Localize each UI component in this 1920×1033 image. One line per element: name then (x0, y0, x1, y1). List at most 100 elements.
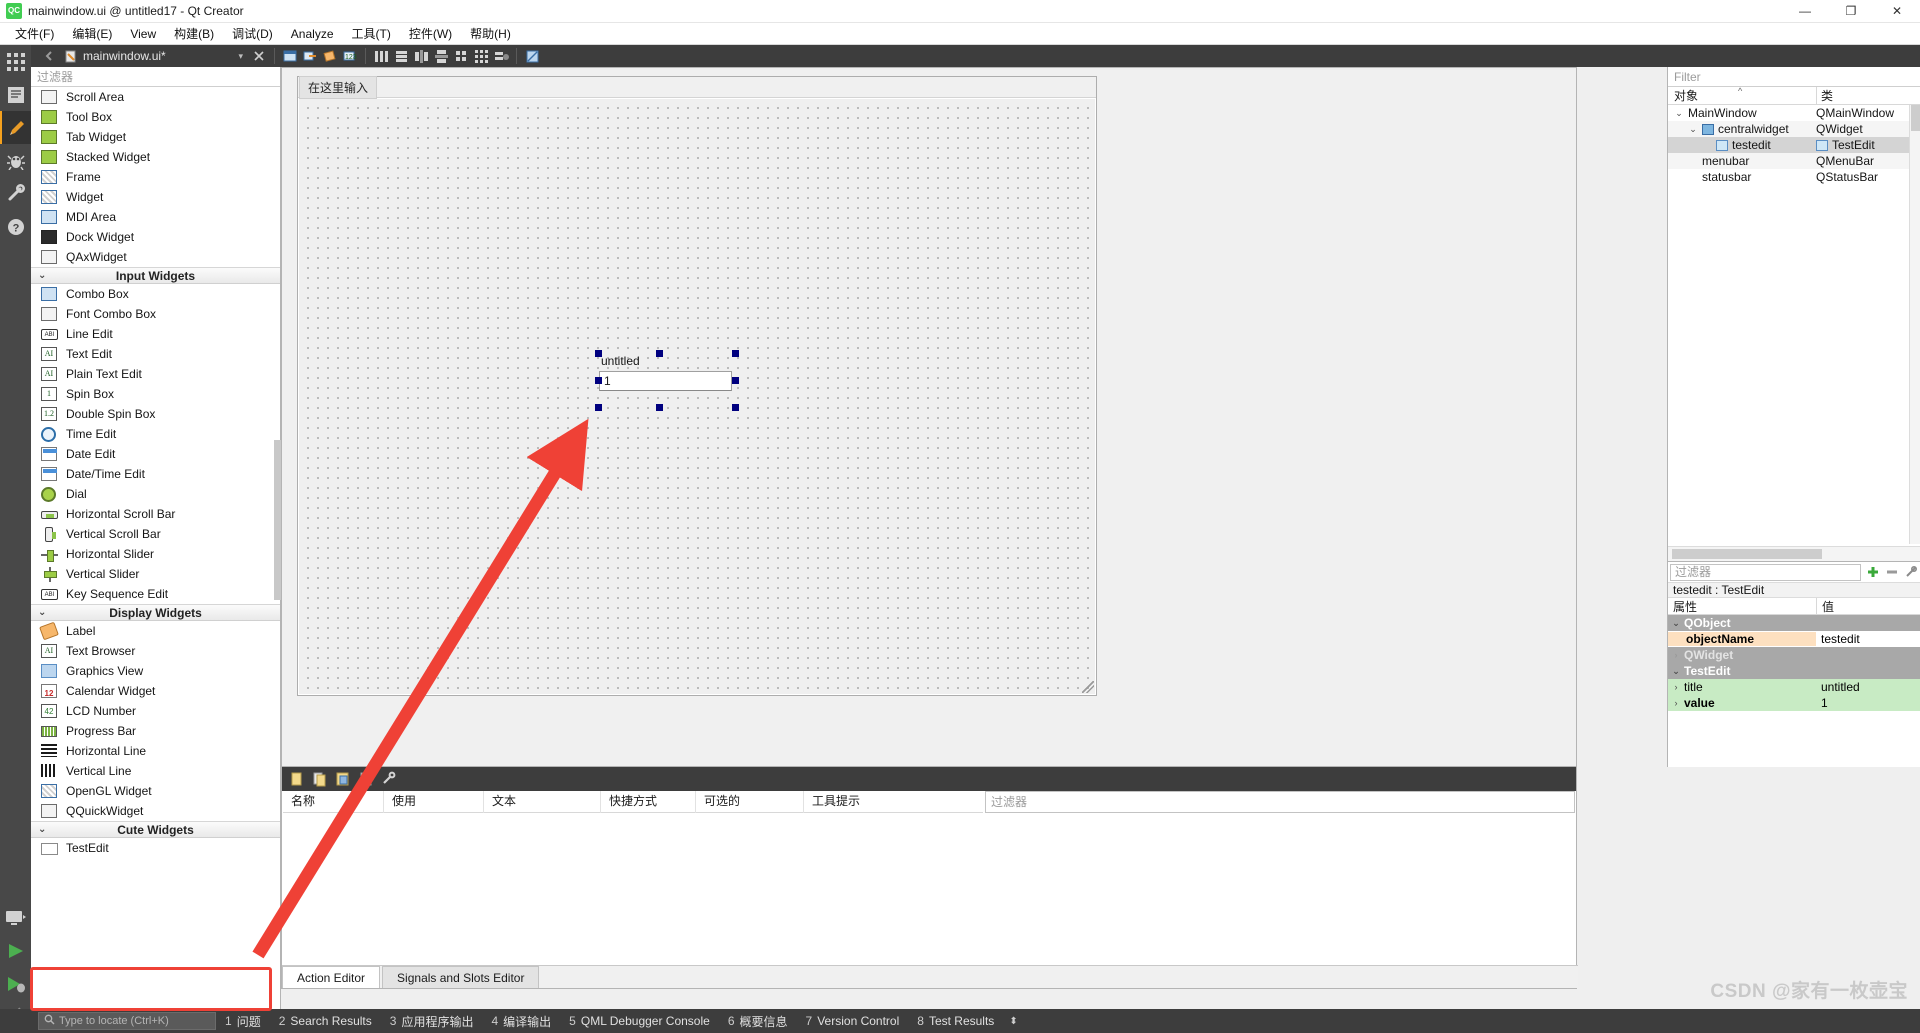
column-class[interactable]: 类 (1816, 87, 1920, 104)
output-pane-search-results[interactable]: 2 Search Results (270, 1014, 381, 1028)
mode-welcome-icon[interactable] (0, 45, 31, 78)
action-column-3[interactable]: 快捷方式 (600, 790, 695, 813)
menu-6[interactable]: 工具(T) (343, 23, 400, 44)
widget-item-vertical-slider[interactable]: Vertical Slider (31, 564, 280, 584)
widget-item-scroll-area[interactable]: Scroll Area (31, 87, 280, 107)
delete-action-icon[interactable] (356, 769, 376, 789)
widget-item-qquickwidget[interactable]: QQuickWidget (31, 801, 280, 821)
layout-splitter-vertical-icon[interactable] (431, 46, 451, 66)
widget-item-mdi-area[interactable]: MDI Area (31, 207, 280, 227)
property-value[interactable]: testedit (1821, 632, 1860, 646)
tab-signals-and-slots-editor[interactable]: Signals and Slots Editor (382, 966, 540, 988)
widget-item-combo-box[interactable]: Combo Box (31, 284, 280, 304)
widget-item-opengl-widget[interactable]: OpenGL Widget (31, 781, 280, 801)
widget-item-dial[interactable]: Dial (31, 484, 280, 504)
output-pane-qml-debugger-console[interactable]: 5 QML Debugger Console (560, 1014, 719, 1028)
resize-handle-tr[interactable] (732, 350, 739, 357)
property-value[interactable]: 1 (1821, 696, 1828, 710)
layout-vertically-icon[interactable] (391, 46, 411, 66)
widget-item-tool-box[interactable]: Tool Box (31, 107, 280, 127)
widget-box-filter-input[interactable]: 过滤器 (31, 67, 280, 87)
property-row-TestEdit[interactable]: ⌄ TestEdit (1668, 663, 1920, 679)
edit-widgets-icon[interactable] (280, 46, 300, 66)
output-pane-toggle-icon[interactable]: ⬍ (1003, 1016, 1023, 1027)
menu-7[interactable]: 控件(W) (400, 23, 461, 44)
layout-horizontally-icon[interactable] (371, 46, 391, 66)
form-editor-canvas[interactable]: 在这里输入 untitled 1 (281, 67, 1577, 767)
action-editor-filter-input[interactable]: 过滤器 (985, 791, 1575, 813)
widget-box-list[interactable]: Scroll Area Tool Box Tab Widget Stacked Wid… (31, 87, 280, 1009)
chevron-right-icon[interactable]: › (1671, 682, 1681, 692)
widget-item-frame[interactable]: Frame (31, 167, 280, 187)
property-row-title[interactable]: › title untitled (1668, 679, 1920, 695)
output-pane--[interactable]: 4 编译输出 (482, 1013, 560, 1030)
widget-group-header[interactable]: ⌄ Display Widgets (31, 604, 280, 621)
back-navigation-icon[interactable] (39, 46, 59, 66)
object-inspector-vscrollbar[interactable] (1909, 105, 1920, 544)
configure-icon[interactable] (379, 769, 399, 789)
object-inspector-rows[interactable]: ⌄ MainWindow QMainWindow ⌄ centralwidget QWid… (1668, 105, 1920, 185)
form-menu-placeholder[interactable]: 在这里输入 (299, 75, 378, 99)
mode-edit-mode-icon[interactable] (0, 78, 31, 111)
widget-group-header[interactable]: ⌄ Input Widgets (31, 267, 280, 284)
mode-run-icon[interactable] (0, 934, 31, 967)
chevron-down-icon[interactable]: ⌄ (1671, 666, 1681, 677)
output-pane--[interactable]: 3 应用程序输出 (381, 1013, 483, 1030)
action-column-5[interactable]: 工具提示 (803, 790, 953, 813)
widget-item-lcd-number[interactable]: 42 LCD Number (31, 701, 280, 721)
menu-3[interactable]: 构建(B) (165, 23, 223, 44)
open-document-selector[interactable]: mainwindow.ui* ▾ (59, 49, 249, 63)
close-button[interactable]: ✕ (1874, 0, 1920, 23)
widget-item-horizontal-scroll-bar[interactable]: Horizontal Scroll Bar (31, 504, 280, 524)
menu-4[interactable]: 调试(D) (223, 23, 282, 44)
widget-item-line-edit[interactable]: ABI Line Edit (31, 324, 280, 344)
widget-item-widget[interactable]: Widget (31, 187, 280, 207)
widget-item-label[interactable]: Label (31, 621, 280, 641)
property-row-objectName[interactable]: objectName testedit (1668, 631, 1920, 647)
close-document-icon[interactable] (249, 46, 269, 66)
widget-item-text-edit[interactable]: AI Text Edit (31, 344, 280, 364)
action-column-2[interactable]: 文本 (483, 790, 600, 813)
widget-box-scrollbar[interactable] (274, 440, 281, 600)
break-layout-icon[interactable] (491, 46, 511, 66)
property-filter-input[interactable]: 过滤器 (1670, 563, 1861, 581)
resize-handle-ml[interactable] (595, 377, 602, 384)
widget-item-horizontal-slider[interactable]: Horizontal Slider (31, 544, 280, 564)
output-pane-version-control[interactable]: 7 Version Control (797, 1014, 909, 1028)
widget-item-tab-widget[interactable]: Tab Widget (31, 127, 280, 147)
object-inspector-hscrollbar[interactable] (1668, 546, 1920, 561)
widget-item-text-browser[interactable]: AI Text Browser (31, 641, 280, 661)
property-value[interactable]: untitled (1821, 680, 1860, 694)
property-row-value[interactable]: › value 1 (1668, 695, 1920, 711)
mode-design-mode-icon[interactable] (0, 111, 31, 144)
resize-handle-bl[interactable] (595, 404, 602, 411)
form-main-window[interactable]: 在这里输入 untitled 1 (297, 75, 1097, 696)
widget-item-graphics-view[interactable]: Graphics View (31, 661, 280, 681)
remove-property-icon[interactable] (1882, 563, 1901, 581)
menu-5[interactable]: Analyze (282, 25, 343, 43)
widget-item-stacked-widget[interactable]: Stacked Widget (31, 147, 280, 167)
chevron-down-icon[interactable]: ▾ (238, 51, 243, 62)
object-row-menubar[interactable]: menubar QMenuBar (1668, 153, 1920, 169)
widget-item-date-time-edit[interactable]: Date/Time Edit (31, 464, 280, 484)
property-row-QObject[interactable]: ⌄ QObject (1668, 615, 1920, 631)
action-column-0[interactable]: 名称 (283, 791, 383, 813)
resize-handle-tc[interactable] (656, 350, 663, 357)
selected-testedit-widget[interactable]: untitled 1 (595, 350, 739, 411)
menu-8[interactable]: 帮助(H) (461, 23, 520, 44)
configure-property-icon[interactable] (1901, 563, 1920, 581)
form-central-widget[interactable]: untitled 1 (299, 99, 1095, 694)
widget-item-font-combo-box[interactable]: Font Combo Box (31, 304, 280, 324)
widget-item-plain-text-edit[interactable]: AI Plain Text Edit (31, 364, 280, 384)
property-editor-rows[interactable]: ⌄ QObject objectName testedit › QWidget ⌄ TestE… (1668, 615, 1920, 711)
action-column-1[interactable]: 使用 (383, 790, 483, 813)
adjust-size-icon[interactable] (522, 46, 542, 66)
mode-projects-mode-icon[interactable] (0, 177, 31, 210)
layout-splitter-horizontal-icon[interactable] (411, 46, 431, 66)
menu-1[interactable]: 编辑(E) (63, 23, 121, 44)
object-row-testedit[interactable]: testedit TestEdit (1668, 137, 1920, 153)
widget-item-calendar-widget[interactable]: 12 Calendar Widget (31, 681, 280, 701)
widget-item-time-edit[interactable]: Time Edit (31, 424, 280, 444)
form-menu-bar[interactable]: 在这里输入 (298, 75, 1096, 99)
widget-item-vertical-line[interactable]: Vertical Line (31, 761, 280, 781)
